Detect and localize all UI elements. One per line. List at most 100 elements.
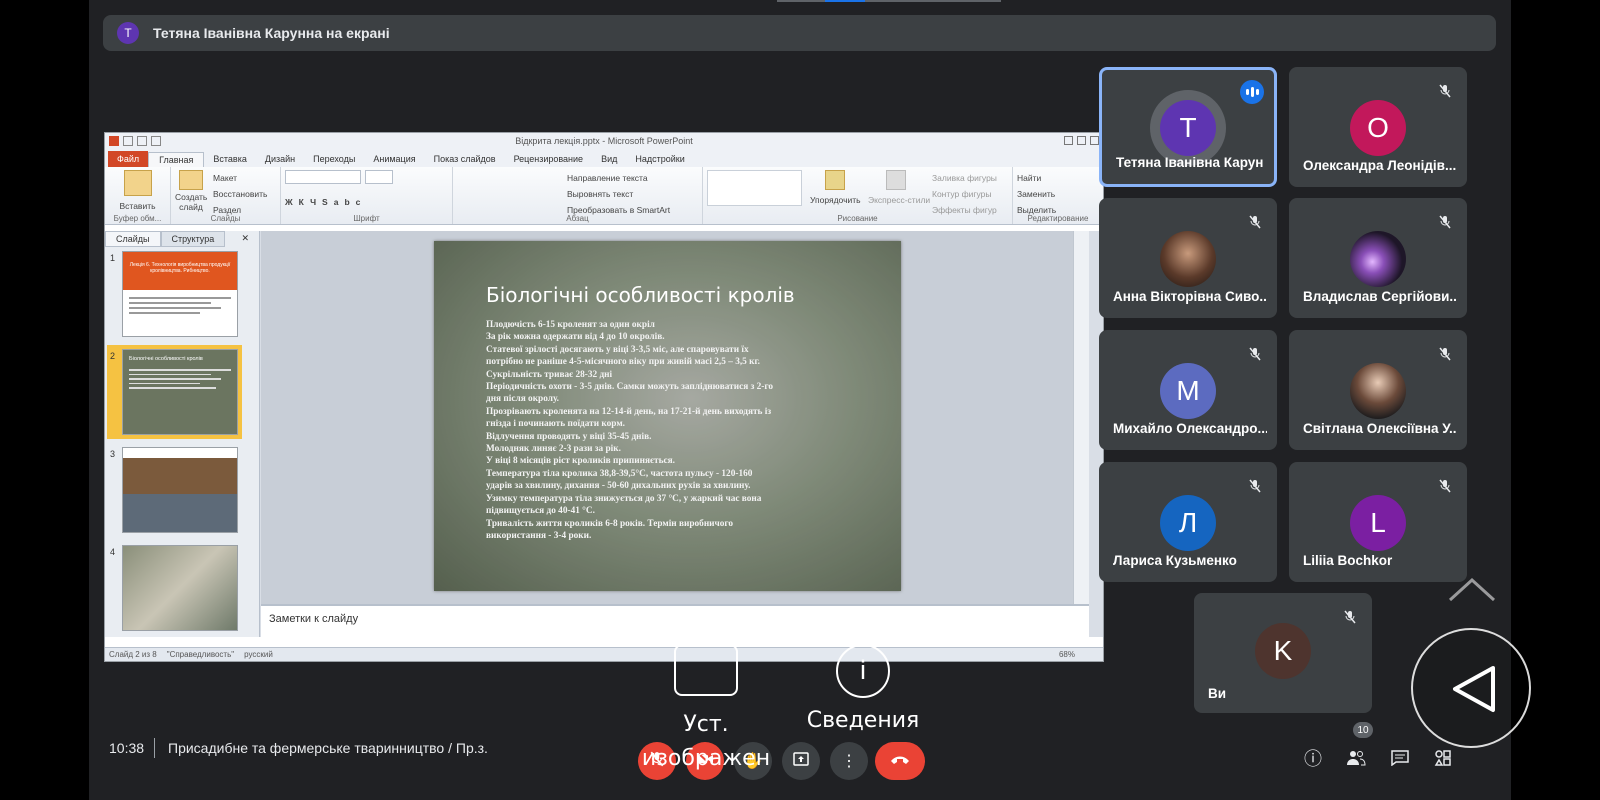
mic-off-icon xyxy=(1435,344,1455,364)
replace-button[interactable]: Заменить xyxy=(1017,186,1099,202)
self-tile[interactable]: K Ви xyxy=(1194,593,1372,713)
participant-tile[interactable]: Анна Вікторівна Сиво... xyxy=(1099,198,1277,318)
express-styles-button[interactable]: Экспресс-стили xyxy=(868,192,930,208)
status-zoom[interactable]: 68% xyxy=(1059,650,1103,659)
tab-addins[interactable]: Надстройки xyxy=(626,154,693,167)
window-controls[interactable] xyxy=(1064,136,1099,145)
ppt-statusbar: Слайд 2 из 8 "Справедливость" русский 68… xyxy=(105,647,1103,661)
info-overlay-label[interactable]: Сведения xyxy=(798,708,928,733)
shapes-gallery[interactable] xyxy=(707,170,802,206)
slide-canvas: Біологічні особливості кролів Плодючість… xyxy=(261,231,1089,604)
slide-line: використання - 3-4 роки. xyxy=(486,530,592,541)
participant-tile[interactable]: O Олександра Леонідів... xyxy=(1289,67,1467,187)
mic-off-icon xyxy=(1435,81,1455,101)
shape-outline-button[interactable]: Контур фигуры xyxy=(932,186,997,202)
share-icon[interactable] xyxy=(674,644,738,696)
close-icon[interactable] xyxy=(1090,136,1099,145)
participant-tile[interactable]: Світлана Олексіївна У... xyxy=(1289,330,1467,450)
font-group: ЖКЧSabc Шрифт xyxy=(281,167,453,224)
slide-line: Узимку температура тіла знижується до 37… xyxy=(486,493,762,504)
tab-review[interactable]: Рецензирование xyxy=(505,154,593,167)
info-icon[interactable]: ⓘ xyxy=(1298,743,1328,773)
current-slide[interactable]: Біологічні особливості кролів Плодючість… xyxy=(434,241,901,591)
new-slide-icon[interactable] xyxy=(179,170,203,190)
info-overlay-icon[interactable]: i xyxy=(836,644,890,698)
call-end-icon xyxy=(890,752,910,770)
tab-home[interactable]: Главная xyxy=(148,152,205,167)
slide-line: У віці 8 місяців ріст кроликів припиняєт… xyxy=(486,456,675,467)
font-size-select[interactable] xyxy=(365,170,393,184)
back-button[interactable] xyxy=(1411,628,1531,748)
font-format-buttons[interactable]: ЖКЧSabc xyxy=(285,194,448,210)
participant-name: Анна Вікторівна Сиво... xyxy=(1113,289,1267,304)
tab-slides[interactable]: Слайды xyxy=(105,231,161,247)
express-styles-icon[interactable] xyxy=(886,170,906,190)
participant-name: Михайло Олександро... xyxy=(1113,421,1267,436)
participant-tile[interactable]: M Михайло Олександро... xyxy=(1099,330,1277,450)
slide-line: Тривалість життя кроликів 6-8 років. Тер… xyxy=(486,518,734,529)
meet-stage: T Тетяна Іванівна Карунна на екрані Відк… xyxy=(89,0,1511,800)
present-button[interactable] xyxy=(782,742,820,780)
shared-screen[interactable]: Відкрита лекція.pptx - Microsoft PowerPo… xyxy=(104,132,1104,662)
avatar: L xyxy=(1350,495,1406,551)
slide-line: потрібно не раніше 4-5-місячного віку пр… xyxy=(486,357,760,368)
slides-group-label: Слайды xyxy=(210,214,241,223)
slide-thumbnail-4[interactable] xyxy=(122,545,238,631)
text-direction-button[interactable]: Направление текста xyxy=(457,170,698,186)
activities-icon[interactable] xyxy=(1428,743,1458,773)
tab-slideshow[interactable]: Показ слайдов xyxy=(425,154,505,167)
tab-view[interactable]: Вид xyxy=(592,154,626,167)
arrange-icon[interactable] xyxy=(825,170,845,190)
close-panel-icon[interactable]: ✕ xyxy=(231,231,259,247)
font-name-select[interactable] xyxy=(285,170,361,184)
paste-button[interactable]: Вставить xyxy=(109,198,166,214)
layout-button[interactable]: Макет xyxy=(213,170,267,186)
status-language: русский xyxy=(244,650,273,659)
more-options-button[interactable]: ⋮ xyxy=(830,742,868,780)
find-button[interactable]: Найти xyxy=(1017,170,1099,186)
notes-field[interactable]: Заметки к слайду xyxy=(261,604,1089,637)
avatar-photo xyxy=(1350,231,1406,287)
shape-fill-button[interactable]: Заливка фигуры xyxy=(932,170,997,186)
participant-tile[interactable]: L Liliia Bochkor xyxy=(1289,462,1467,582)
slide-thumbnail-1[interactable]: Лекція 6. Технологія виробництва продукц… xyxy=(122,251,238,337)
slide-line: підвищується до 40-41 °С. xyxy=(486,506,595,517)
thumb-number: 4 xyxy=(110,547,116,557)
editing-group: Найти Заменить Выделить Редактирование xyxy=(1013,167,1103,224)
slide-thumbnail-2[interactable]: Біологічні особливості кролів xyxy=(122,349,238,435)
paste-icon[interactable] xyxy=(123,170,152,196)
chevron-up-icon[interactable] xyxy=(1446,574,1498,604)
ppt-titlebar: Відкрита лекція.pptx - Microsoft PowerPo… xyxy=(105,133,1103,149)
mic-off-icon xyxy=(1245,476,1265,496)
more-vert-icon: ⋮ xyxy=(841,753,857,770)
tab-transitions[interactable]: Переходы xyxy=(304,154,364,167)
editing-group-label: Редактирование xyxy=(1027,214,1089,223)
people-icon[interactable] xyxy=(1341,743,1371,773)
participant-tile[interactable]: Л Лариса Кузьменко xyxy=(1099,462,1277,582)
chat-icon[interactable] xyxy=(1385,743,1415,773)
avatar: O xyxy=(1350,100,1406,156)
slide-body: Плодючість 6-15 кроленят за один окріл З… xyxy=(486,319,846,542)
participant-tile[interactable]: T Тетяна Іванівна Карун... xyxy=(1099,67,1277,187)
create-slide-button[interactable]: Создать слайд xyxy=(175,192,207,212)
slide-thumbnail-3[interactable] xyxy=(122,447,238,533)
restore-icon[interactable] xyxy=(1077,136,1086,145)
tab-insert[interactable]: Вставка xyxy=(204,154,255,167)
align-text-button[interactable]: Выровнять текст xyxy=(457,186,698,202)
tab-design[interactable]: Дизайн xyxy=(256,154,304,167)
tab-animation[interactable]: Анимация xyxy=(364,154,424,167)
slide-line: За рік можна одержати від 4 до 10 окролі… xyxy=(486,332,665,343)
arrange-button[interactable]: Упорядочить xyxy=(810,192,861,208)
tab-file[interactable]: Файл xyxy=(108,151,149,167)
settings-overlay-label[interactable]: Уст. изображен xyxy=(636,708,776,776)
minimize-icon[interactable] xyxy=(1064,136,1073,145)
thumb-number: 3 xyxy=(110,449,116,459)
slide-line: Плодючість 6-15 кроленят за один окріл xyxy=(486,320,655,330)
participant-name: Владислав Сергійови... xyxy=(1303,289,1457,304)
end-call-button[interactable] xyxy=(875,742,925,780)
slide-line: дня після окролу. xyxy=(486,394,560,405)
vertical-scrollbar[interactable] xyxy=(1073,231,1089,604)
tab-outline[interactable]: Структура xyxy=(160,231,226,247)
participant-tile[interactable]: Владислав Сергійови... xyxy=(1289,198,1467,318)
restore-button[interactable]: Восстановить xyxy=(213,186,267,202)
